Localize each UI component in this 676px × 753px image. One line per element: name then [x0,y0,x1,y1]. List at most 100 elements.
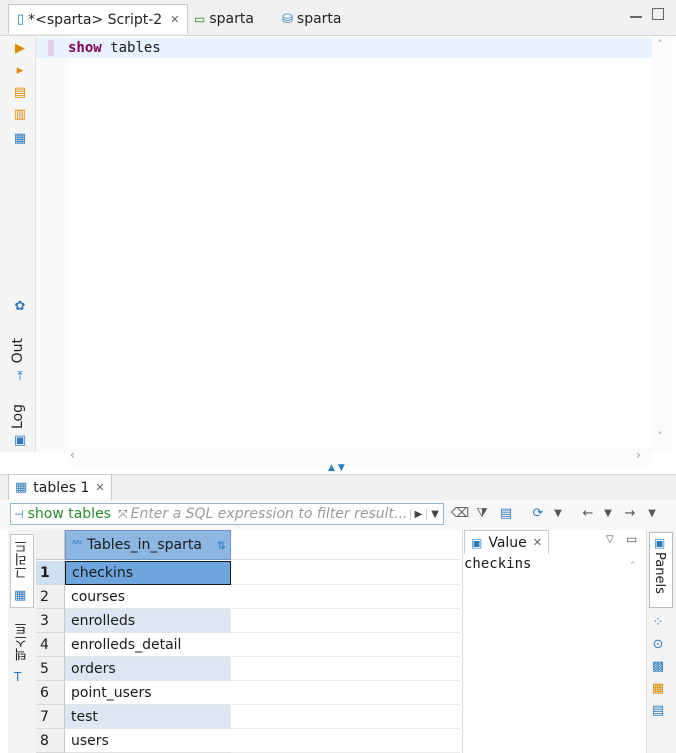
table-cell[interactable]: point_users [65,681,231,705]
calculation-icon[interactable]: ⊙ [650,636,666,652]
table-row-filler [231,705,460,729]
table-cell[interactable]: users [65,729,231,753]
tab-sparta-connection[interactable]: ▭ sparta [186,4,262,34]
text-view-icon[interactable]: T [14,670,21,684]
table-row-filler [231,609,460,633]
execute-script-icon[interactable]: ▤ [12,84,28,100]
script-icon: ▯ [17,12,25,27]
table-cell[interactable]: checkins [65,561,231,585]
table-cell[interactable]: orders [65,657,231,681]
minimize-icon[interactable] [630,8,642,18]
output-icon[interactable]: ⤒ [12,368,28,384]
sql-keyword: show [68,40,102,56]
filter-dropdown-icon[interactable]: ▼ [426,508,443,520]
row-number[interactable]: 4 [36,633,65,657]
view-menu-icon[interactable]: ▽ [606,534,614,545]
output-panel-toggle[interactable]: Out [10,338,26,363]
tab-label: *<sparta> Script-2 [28,11,163,28]
line-marker [48,40,54,56]
chart-icon[interactable]: ▦ [650,680,666,696]
table-row-filler [231,585,460,609]
grid-corner[interactable] [36,530,65,560]
forward-dropdown-icon[interactable]: ▼ [644,505,660,521]
close-icon[interactable]: ✕ [533,536,542,549]
filter-source-query: show tables [27,506,111,522]
scroll-left-icon[interactable]: ‹ [70,448,75,462]
table-row-filler [231,729,460,753]
scroll-down-icon[interactable]: ˅ [657,430,663,443]
metadata-icon[interactable]: ⁘ [650,614,666,630]
refresh-icon[interactable]: ⟳ [530,505,546,521]
table-row-filler [231,681,460,705]
refresh-dropdown-icon[interactable]: ▼ [550,505,566,521]
log-panel-toggle[interactable]: Log [10,404,26,429]
table-cell[interactable]: enrolleds [65,609,231,633]
record-view-icon[interactable]: ▤ [650,702,666,718]
value-content[interactable]: checkins [464,556,531,572]
execute-script-new-tab-icon[interactable]: ▥ [12,106,28,122]
explain-plan-icon[interactable]: ▦ [12,130,28,146]
column-type-icon: ᴬᴮᶜ [72,540,84,550]
grouping-icon[interactable]: ▩ [650,658,666,674]
filter-history-icon[interactable]: ▶ [409,508,427,520]
table-row-filler [231,561,460,585]
scroll-up-icon[interactable]: ˄ [657,38,663,51]
column-header-label: Tables_in_sparta [87,537,202,553]
close-icon[interactable]: ✕ [95,481,104,494]
back-icon[interactable]: ← [580,505,596,521]
close-icon[interactable]: ✕ [170,13,179,26]
column-header-tables-in-sparta[interactable]: ᴬᴮᶜ Tables_in_sparta ⇅ [65,530,231,560]
tab-results-tables-1[interactable]: ▦ tables 1 ✕ [8,474,112,500]
sql-editor[interactable] [68,36,652,452]
sql-code-line[interactable]: show tables [68,40,161,56]
forward-icon[interactable]: → [622,505,638,521]
grid-icon: ▦ [14,588,27,603]
editor-gutter [36,36,68,452]
table-cell[interactable]: test [65,705,231,729]
row-number[interactable]: 8 [36,729,65,753]
tab-sparta-database[interactable]: ⛁ sparta [274,4,350,34]
filter-settings-icon[interactable]: ⧩ [474,505,490,521]
row-number[interactable]: 3 [36,609,65,633]
maximize-icon[interactable] [652,8,664,20]
scroll-up-icon[interactable]: ˄ [630,560,636,573]
table-cell[interactable]: enrolleds_detail [65,633,231,657]
table-row-filler [231,657,460,681]
panels-label: Panels [652,552,667,594]
row-number[interactable]: 5 [36,657,65,681]
clear-filter-icon[interactable]: ⌫ [451,505,469,521]
editor-horizontal-scrollbar[interactable]: ‹ › [68,448,652,466]
maximize-panel-icon[interactable]: ▲▼ [328,463,348,473]
database-icon: ⛁ [282,11,293,27]
table-row-filler [231,633,460,657]
filter-input[interactable]: ⊣ show tables ⤧ Enter a SQL expression t… [10,503,444,525]
text-view-label[interactable]: 텍스트 [13,622,32,661]
sql-filter-icon: ⊣ [14,507,24,521]
minimize-icon[interactable]: ▭ [626,532,637,546]
sql-text: tables [110,40,161,56]
connection-icon: ▭ [194,12,206,26]
tab-label: sparta [296,11,342,27]
back-dropdown-icon[interactable]: ▼ [600,505,616,521]
save-filter-icon[interactable]: ▤ [498,505,514,521]
row-number[interactable]: 6 [36,681,65,705]
editor-vertical-scrollbar[interactable]: ˄ ˅ [652,36,672,452]
row-number[interactable]: 7 [36,705,65,729]
tab-label: sparta [209,11,254,27]
row-number[interactable]: 1 [36,561,65,585]
settings-icon[interactable]: ✿ [12,298,28,314]
log-icon[interactable]: ▣ [12,432,28,448]
table-icon: ▦ [15,480,28,495]
expand-icon[interactable]: ⤧ [115,507,131,522]
sort-filter-icon[interactable]: ⇅ [217,539,226,552]
value-viewer-icon: ▣ [471,535,483,550]
tab-script-2[interactable]: ▯ *<sparta> Script-2 ✕ [8,4,189,34]
tab-value-viewer[interactable]: ▣ Value ✕ [464,530,550,554]
execute-statement-icon[interactable]: ▶ [12,40,28,56]
row-number[interactable]: 2 [36,585,65,609]
scroll-right-icon[interactable]: › [636,448,641,462]
execute-in-new-tab-icon[interactable]: ▸ [12,62,28,78]
grid-header-empty [231,530,460,560]
panels-icon: ▣ [654,536,666,550]
table-cell[interactable]: courses [65,585,231,609]
